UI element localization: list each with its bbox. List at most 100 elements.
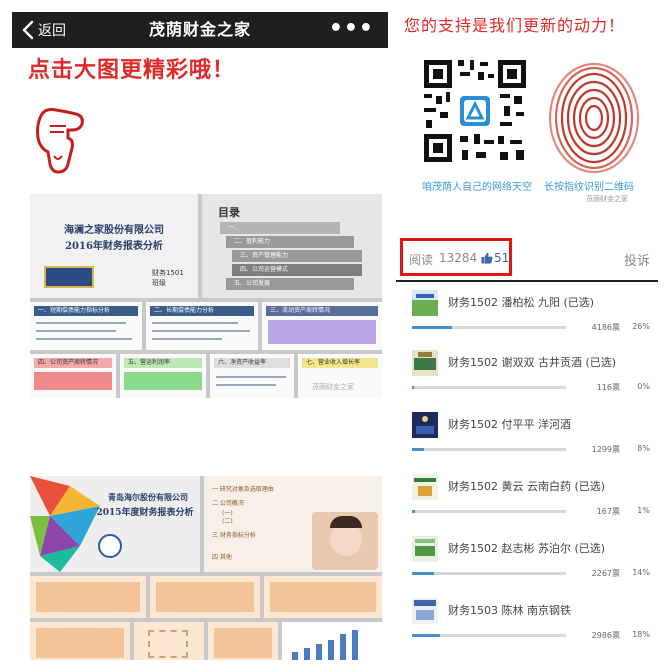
slide-card-title: 一、短期偿债能力指标分析 xyxy=(34,306,138,316)
option-label: 财务1502 赵志彬 苏泊尔 (已选) xyxy=(448,542,606,555)
slide-card xyxy=(264,576,382,618)
slide-company-name: 青岛海尔股份有限公司 xyxy=(108,492,188,502)
text-line xyxy=(216,384,276,386)
vote-percent: 1% xyxy=(637,506,650,515)
slide-collage-haier-lanzhi[interactable]: 海澜之家股份有限公司 2016年财务报表分析 财务1501 班级 目录 一、 二… xyxy=(30,194,382,398)
slide-card: 三、流动资产周转情况 xyxy=(262,302,382,350)
vote-count: 1299票 xyxy=(591,445,620,454)
vote-progress-fill xyxy=(412,448,425,451)
slide-author-sub: 班级 xyxy=(152,279,166,287)
slide-card: 五、营运利润率 xyxy=(120,354,206,398)
slide-card: 二、长期偿债能力分析 xyxy=(146,302,258,350)
slide-card-title: 三、流动资产周转情况 xyxy=(266,306,378,316)
toc-item: 四、公司运营模式 xyxy=(232,264,362,276)
toc-item: 五、公司发展 xyxy=(226,278,354,290)
slide-author: 财务1501 xyxy=(152,269,184,277)
vote-count: 4186票 xyxy=(591,323,620,332)
top-nav-bar: 返回 茂荫财金之家 ••• xyxy=(12,12,388,48)
vote-option[interactable]: 财务1502 黄云 云南白药 (已选) 167票 1% xyxy=(412,474,652,534)
vote-progress-track xyxy=(412,448,566,451)
option-thumbnail xyxy=(412,536,438,562)
slide-card xyxy=(208,622,278,660)
option-thumbnail xyxy=(412,350,438,376)
option-thumbnail xyxy=(412,598,438,624)
toc-item: 一 研究对象及选取理由 xyxy=(212,486,274,493)
option-thumbnail xyxy=(412,290,438,316)
slide-card-title: 四、公司资产周转情况 xyxy=(34,358,112,368)
option-thumbnail xyxy=(412,412,438,438)
pointing-hand-icon xyxy=(36,108,84,174)
company-logo xyxy=(98,534,122,558)
toc-item: 一、 xyxy=(220,222,340,234)
data-table xyxy=(214,628,272,658)
vote-option[interactable]: 财务1503 陈林 南京钢铁 2986票 18% xyxy=(412,598,652,658)
text-line xyxy=(36,338,132,340)
slide-cover: 青岛海尔股份有限公司 2015年度财务报表分析 xyxy=(30,476,200,572)
slide-card-title: 六、净资产收益率 xyxy=(214,358,290,368)
vote-progress-fill xyxy=(412,326,453,329)
slide-card xyxy=(30,622,130,660)
vote-option[interactable]: 财务1502 赵志彬 苏泊尔 (已选) 2267票 14% xyxy=(412,536,652,596)
qr-caption: 咱茂荫人自己的网络天空 xyxy=(422,182,532,193)
thumbs-up-icon[interactable] xyxy=(481,252,493,264)
vote-count: 2267票 xyxy=(591,569,620,578)
vote-progress-track xyxy=(412,510,566,513)
article-panel: 返回 茂荫财金之家 ••• 点击大图更精彩哦！ 海澜之家股份有限公司 2016年… xyxy=(12,12,388,660)
report-link[interactable]: 投诉 xyxy=(624,250,650,269)
text-line xyxy=(152,330,250,332)
more-options-button[interactable]: ••• xyxy=(329,12,374,46)
slide-collage-qingdao-haier[interactable]: 青岛海尔股份有限公司 2015年度财务报表分析 一 研究对象及选取理由 二 公司… xyxy=(30,476,382,660)
slide-toc: 一 研究对象及选取理由 二 公司概况 (一) (二) 三 财务指标分析 四 其他 xyxy=(204,476,382,572)
option-label: 财务1502 付平平 洋河酒 xyxy=(448,418,571,431)
fingerprint-icon[interactable] xyxy=(546,62,642,174)
vote-option[interactable]: 财务1502 潘柏松 九阳 (已选) 4186票 26% xyxy=(412,290,652,350)
slide-card-title: 七、营业收入增长率 xyxy=(302,358,378,368)
data-table xyxy=(270,582,376,612)
vote-count: 167票 xyxy=(596,507,620,516)
data-table xyxy=(34,372,112,390)
vote-option[interactable]: 财务1502 付平平 洋河酒 1299票 8% xyxy=(412,412,652,472)
vote-progress-track xyxy=(412,326,566,329)
vote-progress-fill xyxy=(412,572,434,575)
text-line xyxy=(36,330,116,332)
sidebar-panel: 您的支持是我们更新的动力！ 咱茂荫人自己的网络天空 长按指纹识别二维码 茂荫财金… xyxy=(396,0,670,665)
slide-report-title: 2015年度财务报表分析 xyxy=(96,508,194,518)
vote-percent: 26% xyxy=(632,322,650,331)
data-table xyxy=(268,320,376,344)
option-label: 财务1502 黄云 云南白药 (已选) xyxy=(448,480,606,493)
geometric-decoration xyxy=(30,476,100,572)
vote-option[interactable]: 财务1502 谢双双 古井贡酒 (已选) 116票 0% xyxy=(412,350,652,410)
toc-item: 三 财务指标分析 xyxy=(212,532,256,539)
read-like-stats: 阅读 13284 51 xyxy=(400,238,512,276)
toc-heading: 目录 xyxy=(218,206,240,219)
vote-percent: 8% xyxy=(637,444,650,453)
divider xyxy=(396,280,658,282)
data-table xyxy=(156,582,254,612)
like-count: 51 xyxy=(494,251,510,265)
text-line xyxy=(152,322,238,324)
data-table xyxy=(36,582,140,612)
watermark: 茂荫财金之家 xyxy=(312,383,354,391)
slide-card-title: 五、营运利润率 xyxy=(124,358,202,368)
slide-card xyxy=(134,622,204,660)
slide-chart xyxy=(282,622,382,660)
read-label: 阅读 xyxy=(409,253,434,267)
option-label: 财务1502 谢双双 古井贡酒 (已选) xyxy=(448,356,617,369)
company-logo xyxy=(44,266,94,288)
text-line xyxy=(216,376,286,378)
slide-cover: 海澜之家股份有限公司 2016年财务报表分析 财务1501 班级 xyxy=(30,194,198,298)
fingerprint-caption: 长按指纹识别二维码 xyxy=(544,182,634,193)
watermark: 茂荫财金之家 xyxy=(586,195,628,203)
data-table xyxy=(148,630,188,658)
vote-count: 2986票 xyxy=(591,631,620,640)
baby-photo xyxy=(312,512,378,570)
support-headline: 您的支持是我们更新的动力！ xyxy=(404,16,626,35)
toc-sub-item: (二) xyxy=(222,518,233,525)
slide-card: 一、短期偿债能力指标分析 xyxy=(30,302,142,350)
vote-percent: 18% xyxy=(632,630,650,639)
qr-code-icon[interactable] xyxy=(420,56,530,166)
read-count: 13284 xyxy=(439,251,478,265)
vote-progress-track xyxy=(412,572,566,575)
option-label: 财务1503 陈林 南京钢铁 xyxy=(448,604,571,617)
slide-card-title: 二、长期偿债能力分析 xyxy=(150,306,254,316)
